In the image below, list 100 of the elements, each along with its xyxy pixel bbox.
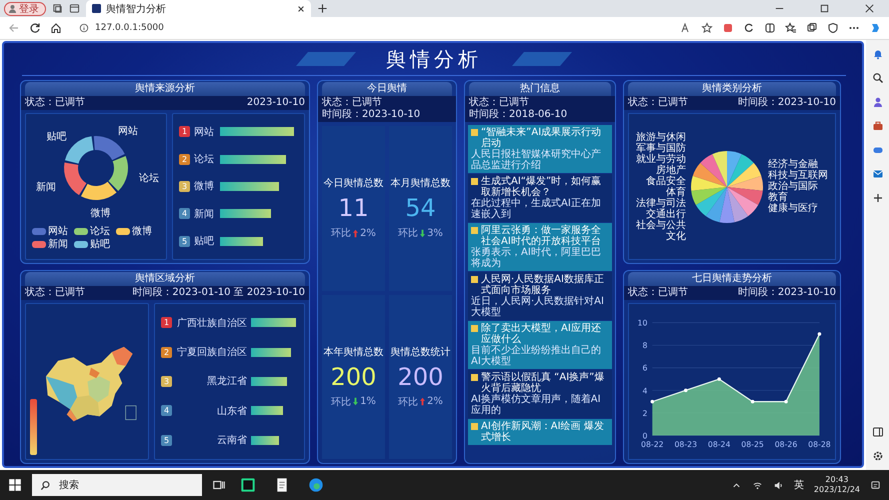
category-label: 教育 [768,192,788,203]
compare-label: 环比 [331,396,352,409]
browser-essentials-icon[interactable] [827,22,839,34]
maximize-icon[interactable] [819,3,830,14]
profile-button[interactable]: 登录 [4,2,46,16]
donut-label: 微博 [90,208,111,219]
category-label: 交通出行 [646,208,686,220]
news-item[interactable]: 阿里云张勇：做一家服务全社会AI时代的开放科技平台 张勇表示，AI时代，阿里巴巴将成为 [468,223,612,271]
news-snippet: 张勇表示，AI时代，阿里巴巴将成为 [471,247,602,269]
status-text: 状态：已调节 [25,287,85,299]
y-tick-label: 4 [642,386,648,395]
category-label: 食品安全 [646,176,686,186]
news-item[interactable]: 生成式AI“爆发”时，如何赢取新增长机会？ 在此过程中，生成式AI正在加速嵌入到 [468,174,612,222]
workspaces-icon[interactable] [52,3,63,14]
legend-label: 新闻 [48,239,68,250]
browser-tab[interactable]: 舆情智力分析 [86,0,311,17]
donut-label: 新闻 [36,182,56,193]
copilot-icon[interactable] [869,22,881,34]
collections-icon[interactable] [806,22,818,34]
bullet-icon [471,178,478,185]
x-tick-label: 08-25 [741,440,764,449]
tab-actions-icon[interactable] [69,3,80,14]
category-label: 体育 [666,186,686,198]
category-label: 社会与公共 [636,220,686,230]
bullet-icon [471,227,478,234]
news-title: 人民网·人民数据AI数据库正式面向市场服务 [481,274,605,296]
y-tick-label: 6 [642,363,648,372]
data-point [684,388,688,392]
news-snippet: 人民日报社智媒体研究中心产品总监进行介绍 [471,149,602,171]
panel-title: 舆情区域分析 [25,272,305,286]
person-icon[interactable] [872,96,884,108]
extension-icon[interactable] [722,22,734,34]
change-value: 1% [360,396,376,408]
rank-label: 山东省 [216,404,247,418]
volume-icon[interactable] [772,480,784,490]
mail-icon[interactable] [872,168,884,180]
search-field[interactable]: 搜索 [32,474,202,496]
stat-label: 本年舆情总数 [324,346,384,359]
date-text: 时间段：2023-10-10 [322,109,420,121]
compare-label: 环比 [331,226,352,240]
search-icon[interactable] [872,72,884,84]
sidebar-toggle-icon[interactable] [872,426,884,438]
x-tick-label: 08-26 [774,440,798,449]
news-snippet: 在此过程中，生成式AI正在加速嵌入到 [471,198,602,220]
date-text: 时间段：2023-10-10 [738,287,836,299]
rank-bar [220,209,271,218]
news-item[interactable]: 人民网·人民数据AI数据库正式面向市场服务 近日，人民网·人民数据针对AI大模型 [468,272,612,320]
reload-icon[interactable] [29,22,41,34]
news-item[interactable]: 警示语以假乱真 “AI换声”爆火背后藏隐忧 AI换声模仿文章用声，随着AI应用的 [468,370,612,418]
settings-icon[interactable] [872,450,884,462]
stat-value: 54 [405,194,436,222]
home-icon[interactable] [50,22,62,34]
category-label: 文化 [666,230,686,242]
date-text: 时间段：2018-06-10 [469,109,568,121]
search-icon [40,480,51,490]
new-tab-icon[interactable] [317,3,328,14]
status-text: 状态：已调节 [322,97,382,108]
rank-number: 2 [161,346,172,358]
y-tick-label: 2 [642,408,648,418]
status-text: 状态：已调节 [25,97,85,109]
category-label: 法律与司法 [636,198,686,208]
y-tick-label: 10 [638,318,648,328]
news-item[interactable]: 除了卖出大模型，AI应用还应做什么 目前不少企业纷纷推出自己的AI大模型 [468,321,612,369]
rank-bar [251,376,288,386]
close-icon[interactable] [297,4,305,12]
person-icon [8,4,17,13]
clock[interactable]: 20:43 2023/12/24 [814,475,860,495]
task-view-icon[interactable] [212,478,226,492]
info-icon[interactable] [79,23,89,33]
status-text: 状态：已调节 [628,287,688,299]
close-icon[interactable] [864,3,875,14]
category-label: 房地产 [656,164,686,176]
bullet-icon [471,276,478,283]
rank-label: 贴吧 [194,234,215,248]
data-point [784,399,788,403]
news-snippet: 目前不少企业纷纷推出自己的AI大模型 [471,345,602,367]
bell-icon[interactable] [872,48,884,60]
news-snippet: AI换声模仿文章用声，随着AI应用的 [471,394,602,416]
windows-logo-icon[interactable] [8,478,22,492]
rank-bar [220,236,263,246]
news-item[interactable]: AI创作新风潮：AI绘画 爆发式增长 [468,419,612,445]
compare-label: 环比 [398,226,418,240]
dashboard-title: 舆情分析 [386,46,482,72]
news-item[interactable]: “智融未来”AI成果展示行动启动 人民日报社智媒体研究中心产品总监进行介绍 [468,125,612,173]
briefcase-icon[interactable] [872,120,884,132]
split-screen-icon[interactable] [764,22,776,34]
input-method-indicator[interactable]: 英 [794,478,804,492]
rank-number: 1 [179,126,190,138]
color-scale [30,399,37,455]
rank-label: 新闻 [194,208,215,221]
address-field[interactable]: 127.0.0.1:5000 [71,19,172,37]
rank-label: 网站 [194,126,215,139]
y-tick-label: 8 [642,340,648,350]
rank-number: 5 [161,434,172,446]
favorites-icon[interactable] [785,22,797,34]
rank-bar [251,406,283,416]
favorite-star-icon[interactable] [701,22,713,34]
plus-icon[interactable] [872,192,884,204]
bullet-icon [471,325,478,332]
notification-icon[interactable] [870,480,881,490]
